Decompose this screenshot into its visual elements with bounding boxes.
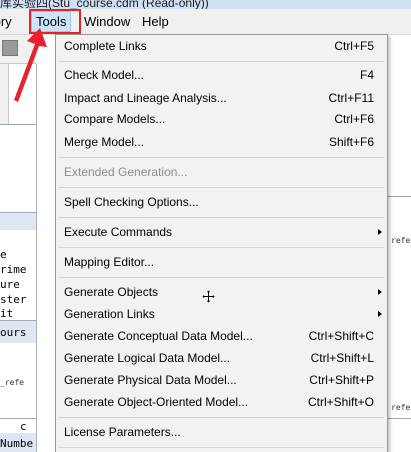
menu-item-generate-conceptual[interactable]: Generate Conceptual Data Model... Ctrl+S… [57,325,386,347]
menu-item-shortcut: Ctrl+F5 [334,39,374,53]
diagram-canvas-right[interactable]: refe refe [388,35,411,452]
toolbar-tool-icon[interactable] [2,40,18,56]
entity-border [0,124,36,125]
menu-item-label: Generate Physical Data Model... [64,373,237,387]
submenu-arrow-icon [378,311,382,317]
menu-item-generate-objects[interactable]: Generate Objects [57,281,386,303]
entity-name: ours [0,326,27,339]
submenu-arrow-icon [378,289,382,295]
menu-item-execute-commands[interactable]: Execute Commands [57,221,386,243]
connector-line [388,418,411,419]
reference-label: _refe [0,378,25,387]
menu-item-generate-physical[interactable]: Generate Physical Data Model... Ctrl+Shi… [57,369,386,391]
menu-item-label: Generation Links [64,307,155,321]
entity-attribute: e [0,248,7,261]
menu-item-spell-checking[interactable]: Spell Checking Options... [57,191,386,213]
menu-item-label: Spell Checking Options... [64,195,199,209]
menu-item-label: Mapping Editor... [64,255,155,269]
entity-attribute: c [20,420,27,433]
menu-item-label: Compare Models... [64,112,166,126]
menu-item-merge-model[interactable]: Merge Model... Shift+F6 [57,131,386,153]
entity-header [0,213,36,230]
menu-tools[interactable]: Tools [31,11,72,32]
menu-item-label: License Parameters... [64,425,181,439]
menu-item-shortcut: Ctrl+Shift+L [310,351,374,365]
menu-help[interactable]: Help [142,13,169,30]
reference-label: refe [391,236,411,245]
menu-item-complete-links[interactable]: Complete Links Ctrl+F5 [57,35,386,57]
menu-item-label: Generate Objects [64,285,159,299]
menu-separator [59,447,384,448]
menu-history[interactable]: tory [0,13,12,30]
menu-item-compare-models[interactable]: Compare Models... Ctrl+F6 [57,108,386,130]
menu-item-label: Impact and Lineage Analysis... [64,91,227,105]
menu-item-shortcut: Ctrl+Shift+P [309,373,374,387]
menu-separator [59,417,384,418]
menu-separator [59,277,384,278]
menu-item-shortcut: F4 [359,68,374,82]
menu-separator [59,187,384,188]
menu-item-license-parameters[interactable]: License Parameters... [57,421,386,443]
reference-label: refe [391,403,411,412]
menu-item-label: Generate Object-Oriented Model... [64,395,249,409]
menu-item-label: Extended Generation... [64,165,188,179]
menu-item-impact-lineage[interactable]: Impact and Lineage Analysis... Ctrl+F11 [57,87,386,109]
menu-separator [59,157,384,158]
entity-attribute: it [0,307,14,320]
menu-separator [59,247,384,248]
connector-line [388,196,411,197]
canvas-ruler [0,64,9,124]
menu-item-generate-logical[interactable]: Generate Logical Data Model... Ctrl+Shif… [57,347,386,369]
entity-border [0,418,36,419]
entity-attribute: ure [0,278,20,291]
menu-item-label: Check Model... [64,68,145,82]
window-title: 库实验四(Stu_course.cdm (Read-only)) [0,0,209,9]
menu-bar: tory Tools Window Help [0,9,411,35]
menu-item-shortcut: Ctrl+F11 [328,91,374,105]
menu-item-label: Generate Logical Data Model... [64,351,231,365]
menu-item-shortcut: Ctrl+Shift+O [307,395,374,409]
entity-attribute: Numbe [0,437,34,450]
window-title-bar: 库实验四(Stu_course.cdm (Read-only)) [0,0,411,9]
menu-item-generate-object-oriented[interactable]: Generate Object-Oriented Model... Ctrl+S… [57,391,386,413]
menu-window[interactable]: Window [84,13,130,30]
entity-attribute: ster [0,293,27,306]
menu-separator [59,217,384,218]
tools-dropdown-menu: Complete Links Ctrl+F5 Check Model... F4… [55,34,388,452]
menu-item-label: Merge Model... [64,135,145,149]
menu-item-label: Execute Commands [64,225,173,239]
menu-separator [59,61,384,62]
menu-item-extended-generation: Extended Generation... [57,161,386,183]
entity-attribute: rime [0,263,27,276]
menu-item-shortcut: Shift+F6 [328,135,374,149]
submenu-arrow-icon [378,229,382,235]
menu-item-label: Complete Links [64,39,147,53]
menu-item-shortcut: Ctrl+F6 [334,112,374,126]
menu-item-generation-links[interactable]: Generation Links [57,303,386,325]
menu-item-shortcut: Ctrl+Shift+C [308,329,374,343]
menu-item-check-model[interactable]: Check Model... F4 [57,64,386,86]
menu-item-label: Generate Conceptual Data Model... [64,329,253,343]
menu-item-mapping-editor[interactable]: Mapping Editor... [57,251,386,273]
